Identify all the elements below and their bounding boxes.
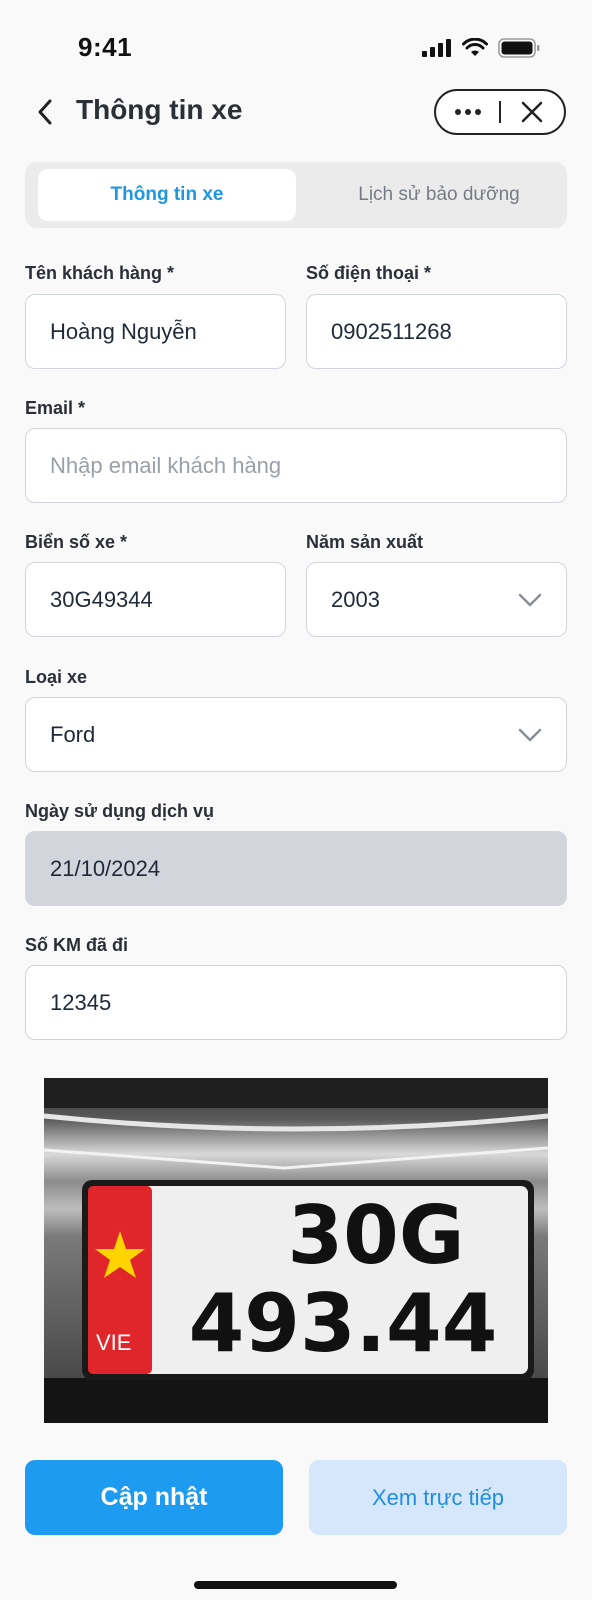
plate-input[interactable] [50, 586, 261, 613]
home-indicator [194, 1581, 397, 1589]
email-field[interactable] [25, 428, 567, 503]
page-title: Thông tin xe [76, 94, 243, 125]
service-date-value: 21/10/2024 [50, 855, 161, 881]
chevron-left-icon [38, 99, 52, 125]
car-type-value: Ford [50, 721, 96, 747]
plate-line-2: 493.44 [188, 1277, 498, 1370]
chevron-down-icon [518, 593, 542, 606]
customer-name-field[interactable] [25, 294, 286, 369]
km-input[interactable] [50, 989, 542, 1016]
phone-label: Số điện thoại * [306, 263, 432, 283]
update-button[interactable]: Cập nhật [25, 1460, 283, 1535]
email-label: Email * [25, 398, 86, 418]
plate-label: Biển số xe * [25, 532, 128, 552]
close-icon [522, 101, 543, 123]
phone-field[interactable] [306, 294, 567, 369]
year-value: 2003 [331, 586, 380, 612]
more-dots-icon [454, 109, 481, 115]
customer-name-input[interactable] [50, 318, 261, 345]
chevron-down-icon [518, 728, 542, 741]
year-label: Năm sản xuất [306, 532, 424, 552]
year-select[interactable]: 2003 [306, 562, 567, 637]
car-type-label: Loại xe [25, 667, 88, 687]
customer-name-label: Tên khách hàng * [25, 263, 175, 283]
service-date-label: Ngày sử dụng dịch vụ [25, 801, 215, 821]
license-plate-photo: 30G 493.44 VIE [44, 1078, 548, 1423]
tab-bar: Thông tin xe Lịch sử bảo dưỡng [25, 162, 567, 228]
more-button[interactable] [436, 91, 499, 133]
km-field[interactable] [25, 965, 567, 1040]
email-input[interactable] [50, 452, 542, 479]
battery-icon [498, 38, 540, 58]
close-button[interactable] [501, 91, 564, 133]
plate-line-1: 30G [287, 1189, 465, 1282]
plate-field[interactable] [25, 562, 286, 637]
view-live-button[interactable]: Xem trực tiếp [309, 1460, 567, 1535]
signal-icon [422, 39, 451, 57]
status-icons [422, 38, 540, 58]
plate-country-code: VIE [96, 1330, 132, 1355]
km-label: Số KM đã đi [25, 935, 128, 955]
wifi-icon [462, 38, 488, 56]
miniapp-capsule [434, 89, 566, 135]
car-type-select[interactable]: Ford [25, 697, 567, 772]
status-time: 9:41 [78, 32, 133, 62]
back-button[interactable] [30, 94, 60, 130]
tab-maintenance-history[interactable]: Lịch sử bảo dưỡng [315, 169, 563, 221]
tab-vehicle-info[interactable]: Thông tin xe [38, 169, 296, 221]
phone-input[interactable] [331, 318, 542, 345]
service-date-field: 21/10/2024 [25, 831, 567, 906]
